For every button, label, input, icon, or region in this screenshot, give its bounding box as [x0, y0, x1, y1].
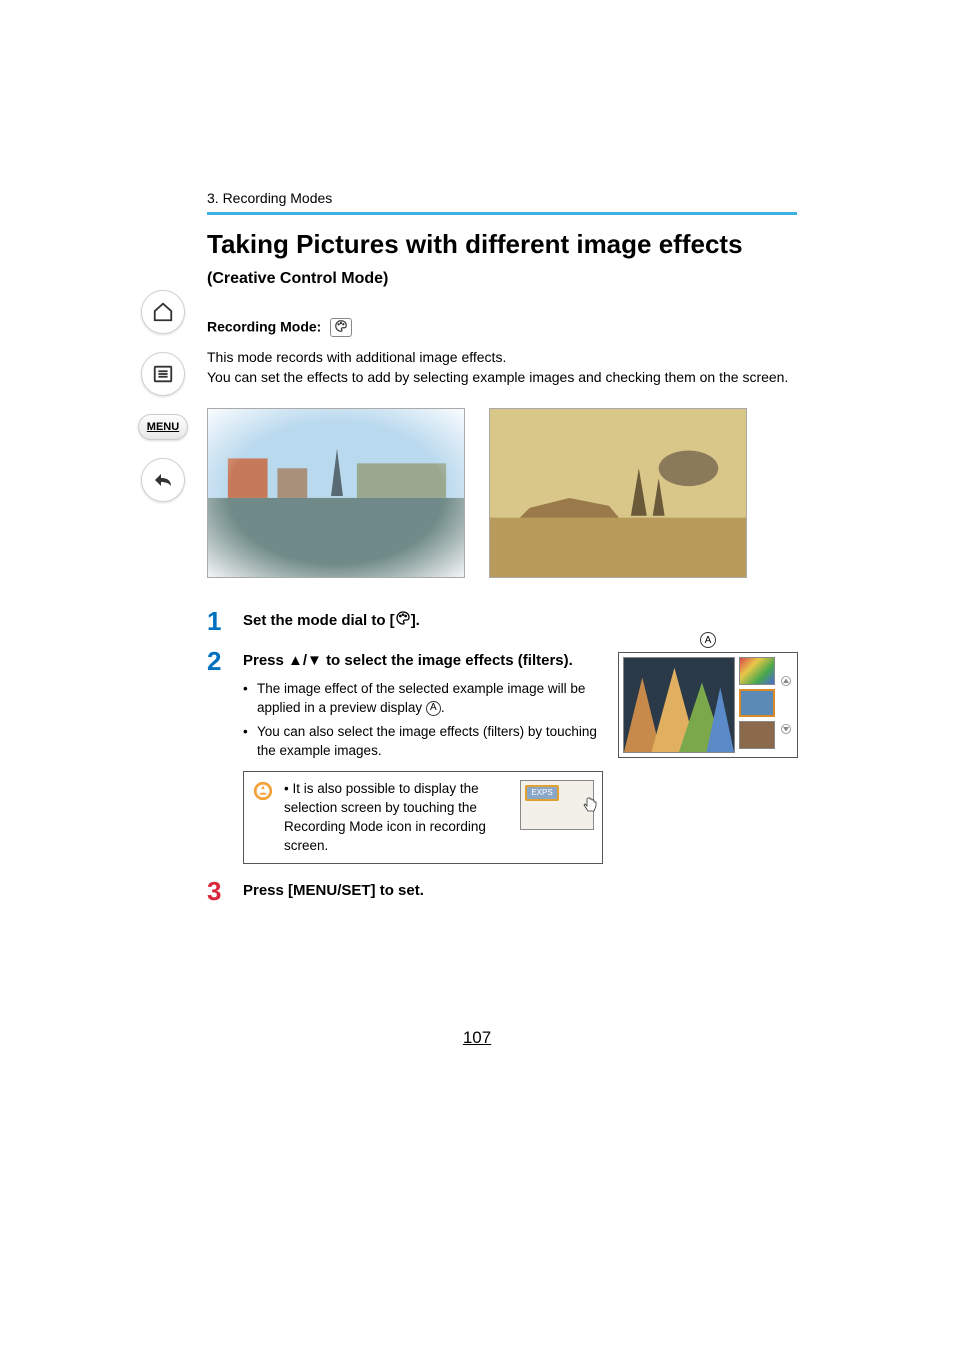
step-number: 3: [207, 878, 229, 904]
back-button[interactable]: [141, 458, 185, 502]
example-image-retro: [489, 408, 747, 578]
scroll-down-icon[interactable]: [780, 723, 792, 735]
palette-icon: [395, 610, 411, 632]
home-icon: [152, 301, 174, 323]
palette-icon: [330, 318, 352, 337]
step-3-title: Press [MENU/SET] to set.: [243, 880, 797, 901]
step-1: 1 Set the mode dial to [].: [207, 608, 797, 634]
breadcrumb: 3. Recording Modes: [207, 190, 797, 215]
effect-thumbnail[interactable]: [739, 657, 775, 685]
step-number: 2: [207, 648, 229, 865]
mode-badge: EXPS: [525, 785, 559, 801]
preview-arrows: [779, 657, 793, 753]
page-number[interactable]: 107: [0, 1028, 954, 1048]
page-title: Taking Pictures with different image eff…: [207, 229, 797, 260]
preview-panel: A: [618, 632, 798, 758]
preview-main-image: [623, 657, 735, 753]
list-item: The image effect of the selected example…: [243, 679, 603, 718]
bullet-text: The image effect of the selected example…: [257, 681, 585, 716]
contents-button[interactable]: [141, 352, 185, 396]
step-2-bullets: The image effect of the selected example…: [243, 679, 603, 761]
effect-thumbnail[interactable]: [739, 721, 775, 749]
preview-marker-a: A: [700, 632, 716, 648]
list-icon: [152, 363, 174, 385]
step-2-title: Press ▲/▼ to select the image effects (f…: [243, 650, 603, 671]
recording-mode-label: Recording Mode:: [207, 319, 321, 335]
reference-marker-a: A: [426, 701, 441, 716]
list-item: You can also select the image effects (f…: [243, 722, 603, 761]
recording-mode-row: Recording Mode:: [207, 318, 797, 337]
bullet-text-post: .: [441, 700, 445, 715]
step-3: 3 Press [MENU/SET] to set.: [207, 878, 797, 904]
menu-button[interactable]: MENU: [138, 414, 188, 440]
effect-thumbnail-selected[interactable]: [739, 689, 775, 717]
back-arrow-icon: [151, 468, 175, 492]
sidebar: MENU: [133, 290, 193, 502]
tip-text-content: It is also possible to display the selec…: [284, 781, 486, 853]
step-number: 1: [207, 608, 229, 634]
bullet-text: You can also select the image effects (f…: [257, 724, 597, 759]
step-1-title: Set the mode dial to [].: [243, 610, 797, 632]
page-subtitle: (Creative Control Mode): [207, 270, 797, 288]
tip-text: • It is also possible to display the sel…: [284, 780, 510, 856]
tip-box: • It is also possible to display the sel…: [243, 771, 603, 865]
sample-images-row: [207, 408, 797, 578]
step-1-title-prefix: Set the mode dial to [: [243, 612, 395, 629]
hand-cursor-icon: [583, 797, 597, 819]
scroll-up-icon[interactable]: [780, 675, 792, 687]
description: This mode records with additional image …: [207, 347, 797, 388]
page-content: 3. Recording Modes Taking Pictures with …: [207, 190, 797, 918]
home-button[interactable]: [141, 290, 185, 334]
tip-icon: [252, 780, 274, 802]
preview-thumbnails: [739, 657, 775, 753]
preview-box: [618, 652, 798, 758]
step-1-title-suffix: ].: [411, 612, 420, 629]
example-image-expressive: [207, 408, 465, 578]
tip-thumbnail: EXPS: [520, 780, 594, 830]
menu-label: MENU: [147, 421, 179, 433]
